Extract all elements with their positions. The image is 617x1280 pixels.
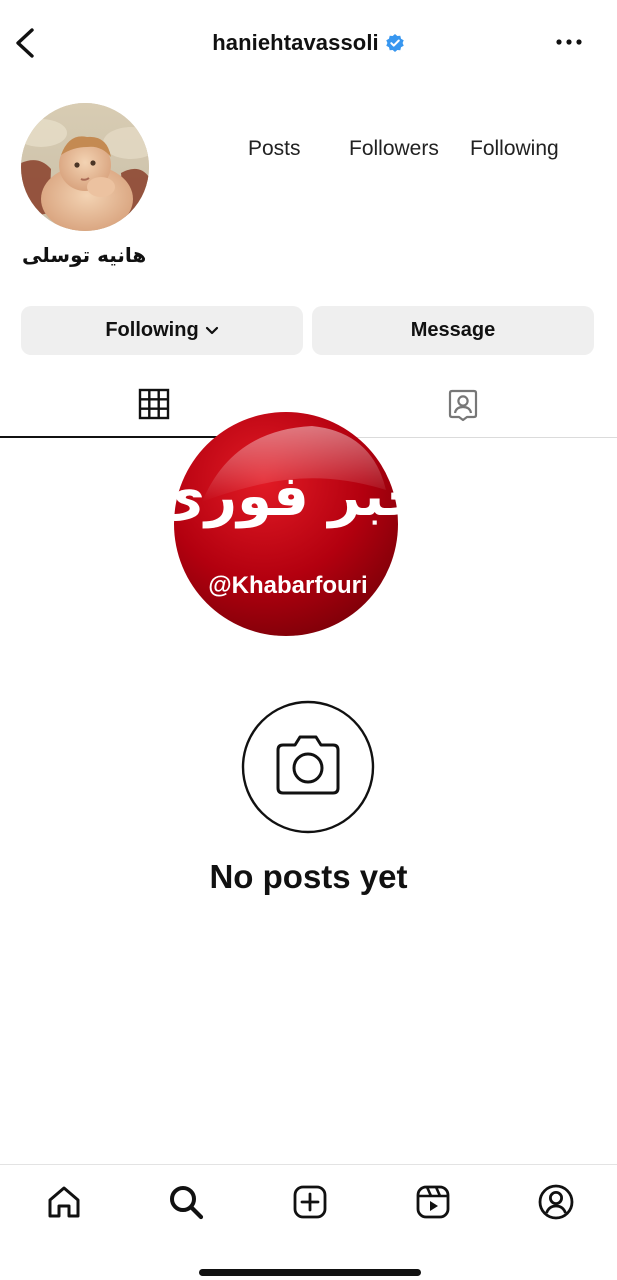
nav-create-button[interactable]	[288, 1180, 332, 1224]
verified-badge-icon	[386, 34, 404, 52]
home-indicator-bar[interactable]	[199, 1269, 421, 1276]
watermark-handle: @Khabarfouri	[208, 572, 367, 599]
following-button[interactable]: Following	[21, 306, 303, 355]
more-options-icon[interactable]	[552, 32, 586, 52]
nav-search-button[interactable]	[164, 1180, 208, 1224]
search-icon	[170, 1186, 204, 1220]
profile-avatar[interactable]	[21, 103, 149, 231]
home-icon	[48, 1186, 80, 1218]
grid-icon	[138, 388, 170, 420]
khabarfouri-watermark-logo: خبر فوری @Khabarfouri	[172, 412, 400, 636]
profile-full-name: هانیه توسلی	[22, 243, 147, 267]
nav-reels-button[interactable]	[411, 1180, 455, 1224]
empty-state-message: No posts yet	[209, 858, 408, 895]
posts-stat-label[interactable]: Posts	[248, 137, 301, 161]
bottom-nav-divider	[0, 1164, 617, 1165]
message-button-label: Message	[410, 319, 496, 341]
avatar-image	[21, 103, 149, 231]
plus-square-icon	[293, 1185, 327, 1219]
username: haniehtavassoli	[212, 30, 379, 55]
nav-profile-button[interactable]	[534, 1180, 578, 1224]
reels-icon	[416, 1185, 450, 1219]
profile-icon	[538, 1184, 574, 1220]
tagged-person-icon	[448, 389, 477, 422]
profile-header-title: haniehtavassoli	[0, 26, 617, 60]
chevron-down-icon	[205, 326, 218, 334]
nav-home-button[interactable]	[42, 1180, 86, 1224]
following-stat-label[interactable]: Following	[470, 137, 559, 161]
followers-stat-label[interactable]: Followers	[349, 137, 439, 161]
watermark-arabic-text: خبر فوری	[172, 464, 400, 529]
camera-icon	[241, 700, 375, 834]
message-button[interactable]: Message	[312, 306, 594, 355]
following-button-label: Following	[105, 319, 199, 341]
